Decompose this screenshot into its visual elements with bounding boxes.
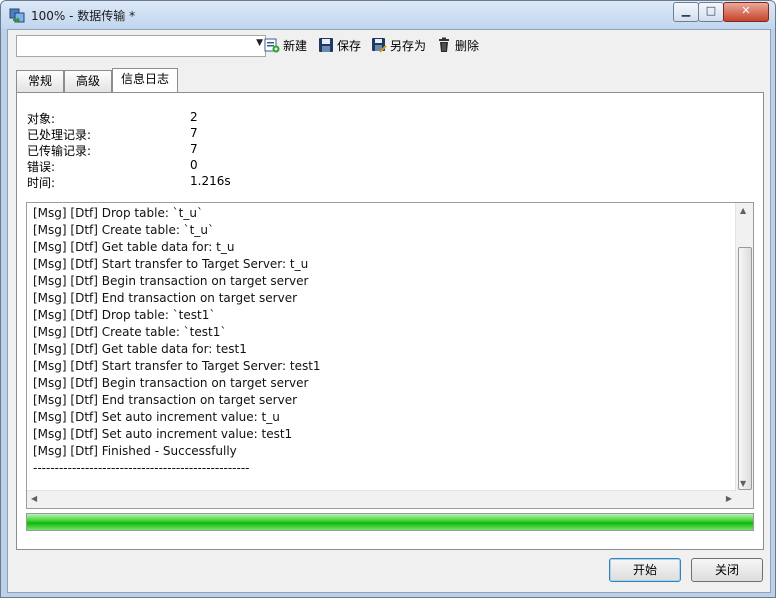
stat-transferred-records: 已传输记录: 7 (27, 142, 198, 158)
start-button[interactable]: 开始 (609, 558, 681, 582)
scroll-left-icon[interactable]: ◀ (31, 494, 37, 503)
tab-general-label: 常规 (27, 74, 52, 88)
stat-value: 7 (190, 142, 198, 156)
stat-label: 已传输记录: (27, 144, 92, 158)
stat-label: 已处理记录: (27, 128, 92, 142)
save-as-button[interactable]: 另存为 (371, 36, 426, 54)
new-button-label: 新建 (283, 38, 308, 53)
delete-button[interactable]: 删除 (436, 36, 479, 54)
dialog-body: ▼ 新建 保存 另存为 删除 常规 高级 对象: 2 已处理记录: 7 已传输记… (7, 29, 771, 593)
log-line: [Msg] [Dtf] End transaction on target se… (33, 393, 298, 407)
vertical-scrollbar[interactable]: ▲ ▼ (735, 203, 753, 491)
stat-value: 2 (190, 110, 198, 124)
tab-advanced[interactable]: 高级 (64, 70, 112, 92)
stat-value: 1.216s (190, 174, 231, 188)
trash-icon (439, 37, 449, 52)
log-line: [Msg] [Dtf] Begin transaction on target … (33, 274, 309, 288)
save-button-label: 保存 (337, 38, 362, 53)
log-line: [Msg] [Dtf] Drop table: `test1` (33, 308, 216, 322)
close-button-label: 关闭 (714, 563, 739, 577)
save-button[interactable]: 保存 (318, 36, 361, 54)
stat-label: 错误: (27, 160, 56, 174)
maximize-icon: □ (705, 4, 717, 17)
maximize-button[interactable]: □ (698, 2, 724, 22)
window-title: 100% - 数据传输 * (31, 9, 136, 23)
data-transfer-app-icon (9, 8, 25, 23)
log-line: [Msg] [Dtf] Start transfer to Target Ser… (33, 257, 309, 271)
profile-select[interactable]: ▼ (16, 35, 266, 57)
horizontal-scrollbar[interactable]: ◀ ▶ (27, 490, 736, 508)
data-transfer-window: 100% - 数据传输 * ▁ □ ✕ ▼ 新建 保存 另存为 删除 常规 高级… (0, 0, 776, 598)
close-button[interactable]: 关闭 (691, 558, 763, 582)
log-line: [Msg] [Dtf] Drop table: `t_u` (33, 206, 203, 220)
tab-advanced-label: 高级 (75, 74, 100, 88)
progress-fill (27, 514, 753, 530)
scroll-right-icon[interactable]: ▶ (726, 494, 732, 503)
stat-time: 时间: 1.216s (27, 174, 231, 190)
log-line: [Msg] [Dtf] Create table: `t_u` (33, 223, 214, 237)
tab-info-log[interactable]: 信息日志 (112, 68, 178, 92)
log-textarea[interactable]: [Msg] [Dtf] Drop table: `t_u` [Msg] [Dtf… (26, 202, 754, 509)
minimize-icon: ▁ (681, 4, 691, 17)
log-tab-panel: 对象: 2 已处理记录: 7 已传输记录: 7 错误: 0 时间: 1.216s… (16, 92, 764, 550)
stat-label: 时间: (27, 176, 56, 190)
start-button-label: 开始 (632, 563, 657, 577)
save-as-icon (372, 38, 387, 53)
save-icon (319, 38, 333, 52)
tab-general[interactable]: 常规 (16, 70, 64, 92)
new-profile-icon (264, 38, 280, 53)
stat-label: 对象: (27, 112, 56, 126)
stat-processed-records: 已处理记录: 7 (27, 126, 198, 142)
stat-objects: 对象: 2 (27, 110, 198, 126)
chevron-down-icon[interactable]: ▼ (256, 38, 263, 48)
log-line: [Msg] [Dtf] End transaction on target se… (33, 291, 298, 305)
title-bar[interactable]: 100% - 数据传输 * ▁ □ ✕ (1, 1, 775, 29)
close-icon: ✕ (741, 4, 751, 17)
save-as-button-label: 另存为 (390, 38, 427, 53)
log-line: [Msg] [Dtf] Finished - Successfully (33, 444, 237, 458)
log-line: [Msg] [Dtf] Start transfer to Target Ser… (33, 359, 321, 373)
stat-errors: 错误: 0 (27, 158, 198, 174)
delete-button-label: 删除 (455, 38, 480, 53)
log-line: [Msg] [Dtf] Get table data for: test1 (33, 342, 247, 356)
log-line: [Msg] [Dtf] Set auto increment value: te… (33, 427, 293, 441)
tab-info-log-label: 信息日志 (120, 72, 169, 86)
log-separator: ----------------------------------------… (33, 461, 250, 475)
scrollbar-corner (736, 491, 753, 508)
stat-value: 7 (190, 126, 198, 140)
log-line: [Msg] [Dtf] Set auto increment value: t_… (33, 410, 280, 424)
transfer-progress-bar (26, 513, 754, 531)
scroll-up-icon[interactable]: ▲ (740, 206, 746, 215)
log-line: [Msg] [Dtf] Begin transaction on target … (33, 376, 309, 390)
scroll-down-icon[interactable]: ▼ (740, 479, 746, 488)
minimize-button[interactable]: ▁ (673, 2, 699, 22)
stat-value: 0 (190, 158, 198, 172)
log-line: [Msg] [Dtf] Create table: `test1` (33, 325, 227, 339)
vertical-scroll-thumb[interactable] (738, 247, 752, 490)
new-button[interactable]: 新建 (264, 36, 307, 54)
close-window-button[interactable]: ✕ (723, 2, 769, 22)
log-line: [Msg] [Dtf] Get table data for: t_u (33, 240, 235, 254)
